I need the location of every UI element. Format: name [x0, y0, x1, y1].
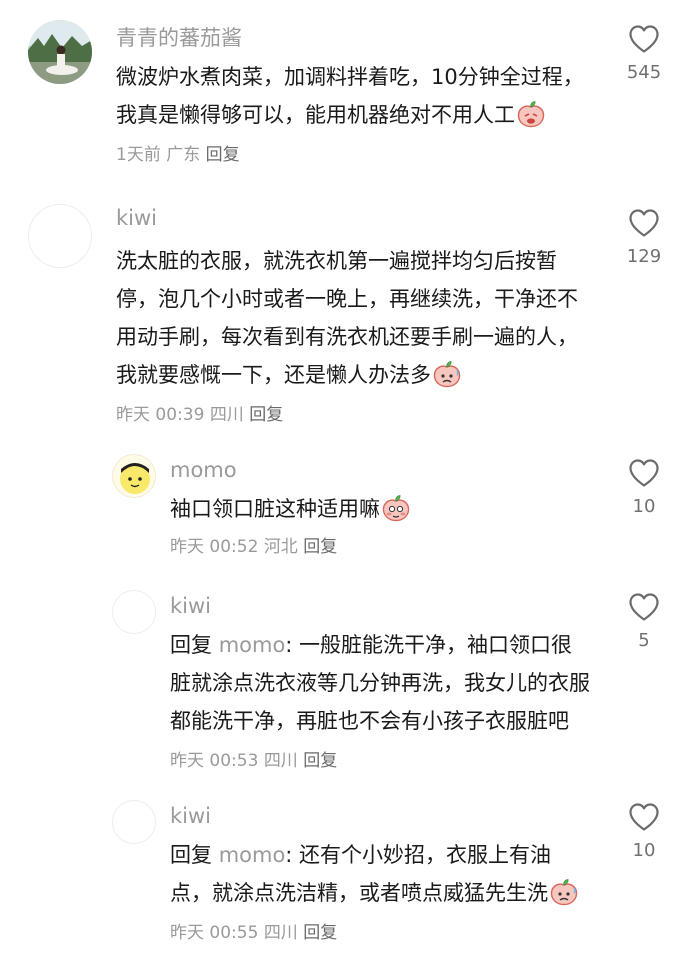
username[interactable]: 青青的蕃茄酱	[116, 22, 242, 52]
like-button[interactable]: 5	[617, 592, 671, 651]
comment-text: 袖口领口脏这种适用嘛	[170, 497, 380, 521]
username[interactable]: kiwi	[170, 594, 211, 618]
comment-meta: 昨天 00:53 四川 回复	[170, 751, 337, 771]
comment-location: 四川	[263, 923, 298, 943]
peach-crying-emoji	[516, 100, 546, 128]
like-button[interactable]: 10	[617, 458, 671, 517]
like-count: 129	[626, 246, 662, 267]
comment-content: 回复 momo: 一般脏能洗干净，袖口领口很脏就涂点洗衣液等几分钟再洗，我女儿的…	[170, 626, 590, 780]
like-count: 10	[632, 496, 656, 517]
comment-location: 河北	[263, 537, 298, 557]
comment-meta: 昨天 00:52 河北 回复	[170, 528, 590, 566]
comment-content: 回复 momo: 还有个小妙招，衣服上有油点，就涂点洗洁精，或者喷点威猛先生洗 …	[170, 836, 590, 952]
heart-icon	[628, 208, 660, 238]
peach-sweat-emoji	[549, 878, 579, 906]
reply-button[interactable]: 回复	[249, 405, 283, 425]
avatar[interactable]	[112, 454, 156, 498]
avatar[interactable]	[112, 590, 156, 634]
heart-icon	[628, 802, 660, 832]
peach-sweat-emoji	[432, 360, 462, 388]
heart-icon	[628, 458, 660, 488]
like-button[interactable]: 545	[617, 24, 671, 83]
comment-text: 微波炉水煮肉菜，加调料拌着吃，10分钟全过程，我真是懒得够可以，能用机器绝对不用…	[116, 65, 584, 127]
comment-time: 昨天 00:53	[170, 751, 259, 771]
reply-prefix: 回复	[170, 633, 212, 657]
comment-text: 洗太脏的衣服，就洗衣机第一遍搅拌均匀后按暂停，泡几个小时或者一晚上，再继续洗，干…	[116, 249, 578, 387]
comment-time: 昨天 00:52	[170, 537, 259, 557]
reply-button[interactable]: 回复	[206, 145, 240, 165]
reply-button[interactable]: 回复	[303, 751, 337, 771]
heart-icon	[628, 592, 660, 622]
reply-button[interactable]: 回复	[303, 923, 337, 943]
comment-content: 微波炉水煮肉菜，加调料拌着吃，10分钟全过程，我真是懒得够可以，能用机器绝对不用…	[116, 58, 586, 174]
comment-meta: 昨天 00:39 四川 回复	[116, 405, 283, 425]
like-button[interactable]: 10	[617, 802, 671, 861]
comment-time: 昨天 00:39	[116, 405, 205, 425]
reply-target-username[interactable]: momo	[219, 633, 286, 657]
comment-meta: 昨天 00:55 四川 回复	[170, 923, 337, 943]
comment-meta: 1天前 广东 回复	[116, 145, 240, 165]
comment-location: 四川	[209, 405, 244, 425]
comment-location: 四川	[263, 751, 298, 771]
peach-shy-emoji	[381, 494, 411, 522]
comment-time: 昨天 00:55	[170, 923, 259, 943]
like-count: 10	[632, 840, 656, 861]
username[interactable]: kiwi	[116, 206, 157, 230]
reply-target-username[interactable]: momo	[219, 843, 286, 867]
like-button[interactable]: 129	[617, 208, 671, 267]
username[interactable]: kiwi	[170, 804, 211, 828]
avatar[interactable]	[28, 20, 92, 84]
avatar[interactable]	[112, 800, 156, 844]
like-count: 5	[638, 630, 650, 651]
comment-time: 1天前	[116, 145, 161, 165]
reply-prefix: 回复	[170, 843, 212, 867]
like-count: 545	[626, 62, 662, 83]
comment-content: 洗太脏的衣服，就洗衣机第一遍搅拌均匀后按暂停，泡几个小时或者一晚上，再继续洗，干…	[116, 242, 586, 434]
reply-button[interactable]: 回复	[303, 537, 337, 557]
avatar[interactable]	[28, 204, 92, 268]
heart-icon	[628, 24, 660, 54]
comment-content: 袖口领口脏这种适用嘛 昨天 00:52 河北 回复	[170, 490, 590, 566]
comment-location: 广东	[166, 145, 201, 165]
username[interactable]: momo	[170, 458, 237, 482]
